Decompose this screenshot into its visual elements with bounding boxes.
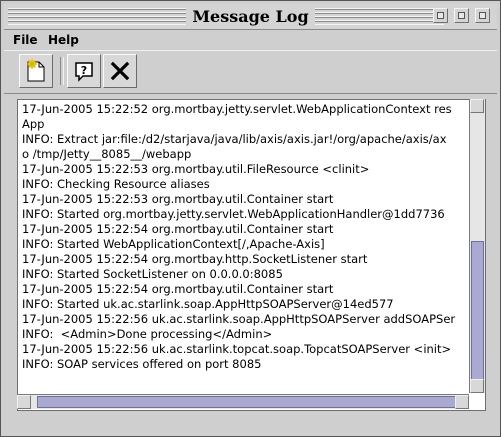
log-lines: 17-Jun-2005 15:22:52 org.mortbay.jetty.s…: [22, 102, 482, 372]
vertical-scroll-thumb[interactable]: [471, 241, 484, 389]
log-line: App: [22, 117, 45, 131]
title-bar-grip: [8, 8, 444, 25]
maximize-button[interactable]: [454, 8, 469, 23]
log-line: INFO: Started SocketListener on 0.0.0.0:…: [22, 267, 283, 281]
log-line: 17-Jun-2005 15:22:56 uk.ac.starlink.soap…: [22, 312, 456, 326]
menu-help-label: Help: [48, 33, 79, 47]
close-icon: [110, 61, 130, 81]
close-log-button[interactable]: [103, 54, 137, 88]
log-line: INFO: Checking Resource aliases: [22, 177, 210, 191]
help-icon: ?: [75, 62, 93, 82]
toolbar-separator: [60, 57, 64, 85]
scroll-left-arrow[interactable]: [17, 395, 31, 409]
log-line: 17-Jun-2005 15:22:53 org.mortbay.util.Fi…: [22, 162, 370, 176]
vertical-scrollbar[interactable]: [469, 99, 485, 393]
close-window-button[interactable]: [475, 8, 490, 23]
scroll-up-arrow[interactable]: [470, 99, 484, 113]
log-line: 17-Jun-2005 15:22:56 uk.ac.starlink.topc…: [22, 342, 452, 356]
message-log-window: Message Log File Help ? 17-Jun-2005 15:2…: [0, 0, 501, 437]
menu-help[interactable]: Help: [48, 33, 79, 47]
new-log-icon: [27, 59, 45, 82]
menu-bar: File Help: [4, 32, 497, 48]
scroll-right-arrow[interactable]: [455, 395, 469, 409]
help-button[interactable]: ?: [67, 54, 101, 88]
log-text-area[interactable]: 17-Jun-2005 15:22:52 org.mortbay.jetty.s…: [17, 99, 486, 411]
scroll-down-arrow[interactable]: [470, 379, 484, 393]
menu-file[interactable]: File: [13, 33, 38, 47]
menu-file-label: File: [13, 33, 38, 47]
log-line: INFO: <Admin>Done processing</Admin>: [22, 327, 273, 341]
log-line: INFO: Started uk.ac.starlink.soap.AppHtt…: [22, 297, 394, 311]
log-line: INFO: Started org.mortbay.jetty.servlet.…: [22, 207, 445, 221]
log-line: INFO: Started WebApplicationContext[/,Ap…: [22, 237, 325, 251]
iconify-button[interactable]: [433, 8, 448, 23]
title-bar[interactable]: Message Log: [4, 4, 497, 30]
log-line: INFO: SOAP services offered on port 8085: [22, 357, 262, 371]
log-line: 17-Jun-2005 15:22:54 org.mortbay.http.So…: [22, 252, 368, 266]
log-line: o /tmp/Jetty__8085__/webapp: [22, 147, 192, 161]
svg-text:?: ?: [81, 64, 87, 77]
log-line: INFO: Extract jar:file:/d2/starjava/java…: [22, 132, 447, 146]
horizontal-scroll-thumb[interactable]: [37, 396, 461, 408]
log-line: 17-Jun-2005 15:22:54 org.mortbay.util.Co…: [22, 282, 334, 296]
horizontal-scrollbar[interactable]: [17, 394, 469, 409]
toolbar: ?: [4, 50, 497, 94]
log-line: 17-Jun-2005 15:22:52 org.mortbay.jetty.s…: [22, 102, 452, 116]
new-log-button[interactable]: [19, 54, 53, 88]
log-line: 17-Jun-2005 15:22:54 org.mortbay.util.Co…: [22, 222, 334, 236]
log-line: 17-Jun-2005 15:22:53 org.mortbay.util.Co…: [22, 192, 334, 206]
